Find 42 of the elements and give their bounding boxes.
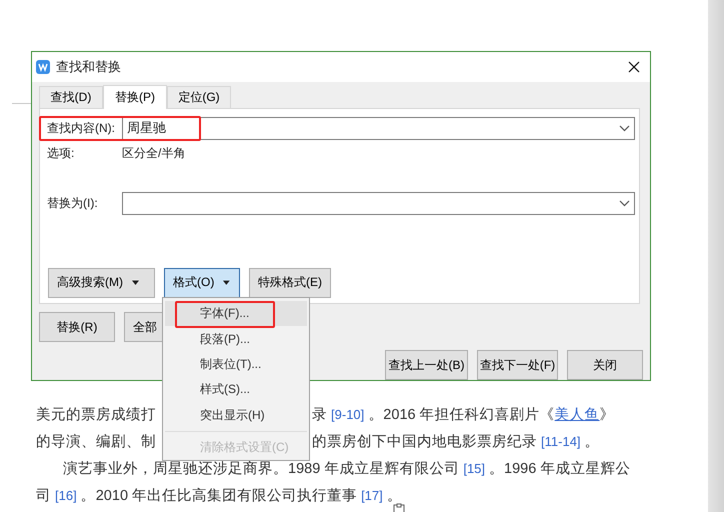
menu-item[interactable]: 字体(F)... [165, 301, 307, 326]
dropdown-button[interactable]: 高级搜索(M) [48, 268, 155, 298]
menu-item[interactable]: 段落(P)... [165, 326, 307, 352]
close-dialog-button[interactable]: 关闭 [567, 350, 643, 380]
tab[interactable]: 定位(G) [167, 86, 231, 108]
chevron-down-icon [619, 200, 630, 207]
dropdown-button[interactable]: 格式(O) [164, 268, 240, 298]
citation-link[interactable]: [9-10] [331, 407, 364, 422]
field-label: 查找内容(N): [47, 120, 116, 137]
caret-icon [131, 278, 140, 288]
find-button[interactable]: 查找上一处(B) [385, 350, 468, 380]
options-value: 区分全/半角 [122, 145, 186, 162]
menu-item[interactable]: 突出显示(H) [165, 402, 307, 428]
app-logo-icon [36, 60, 50, 74]
document-text: 司 [16] 。2010 年出任比高集团有限公司执行董事 [17] 。 [36, 486, 402, 505]
chevron-down-icon [619, 124, 630, 132]
citation-link[interactable]: [11-14] [541, 434, 581, 449]
clipboard-icon[interactable] [392, 503, 406, 512]
find-button[interactable]: 查找下一处(F) [477, 350, 558, 380]
citation-link[interactable]: [16] [55, 488, 77, 503]
tab[interactable]: 查找(D) [39, 86, 103, 108]
document-text: 演艺事业外，周星驰还涉足商界。1989 年成立星辉有限公司 [15] 。1996 年成立星辉公 [63, 460, 630, 478]
document-text: 美元的票房成绩打 [36, 406, 156, 424]
citation-link[interactable]: [17] [361, 488, 383, 503]
citation-link[interactable]: [15] [463, 461, 486, 476]
dropdown-button[interactable]: 特殊格式(E) [249, 268, 331, 298]
replace-field[interactable] [122, 192, 635, 215]
title-link[interactable]: 美人鱼 [554, 407, 600, 423]
search-field[interactable]: 周星驰 [122, 116, 635, 140]
close-button[interactable] [626, 58, 642, 75]
document-text: 录 [9-10] 。2016 年担任科幻喜剧片《美人鱼》 [312, 406, 615, 424]
document-text: 的票房创下中国内地电影票房纪录 [11-14] 。 [312, 432, 600, 451]
tab[interactable]: 替换(P) [103, 84, 167, 109]
menu-item[interactable]: 制表位(T)... [165, 352, 307, 378]
document-text: 的导演、编剧、制 [36, 432, 156, 451]
replace-button[interactable]: 替换(R) [39, 312, 115, 342]
options-label: 选项: [47, 145, 76, 162]
scrollbar[interactable] [708, 0, 724, 512]
caret-icon [222, 278, 231, 288]
field-label: 替换为(I): [47, 194, 99, 212]
dialog-title: 查找和替换 [56, 58, 122, 76]
menu-item[interactable]: 样式(S)... [165, 377, 307, 402]
